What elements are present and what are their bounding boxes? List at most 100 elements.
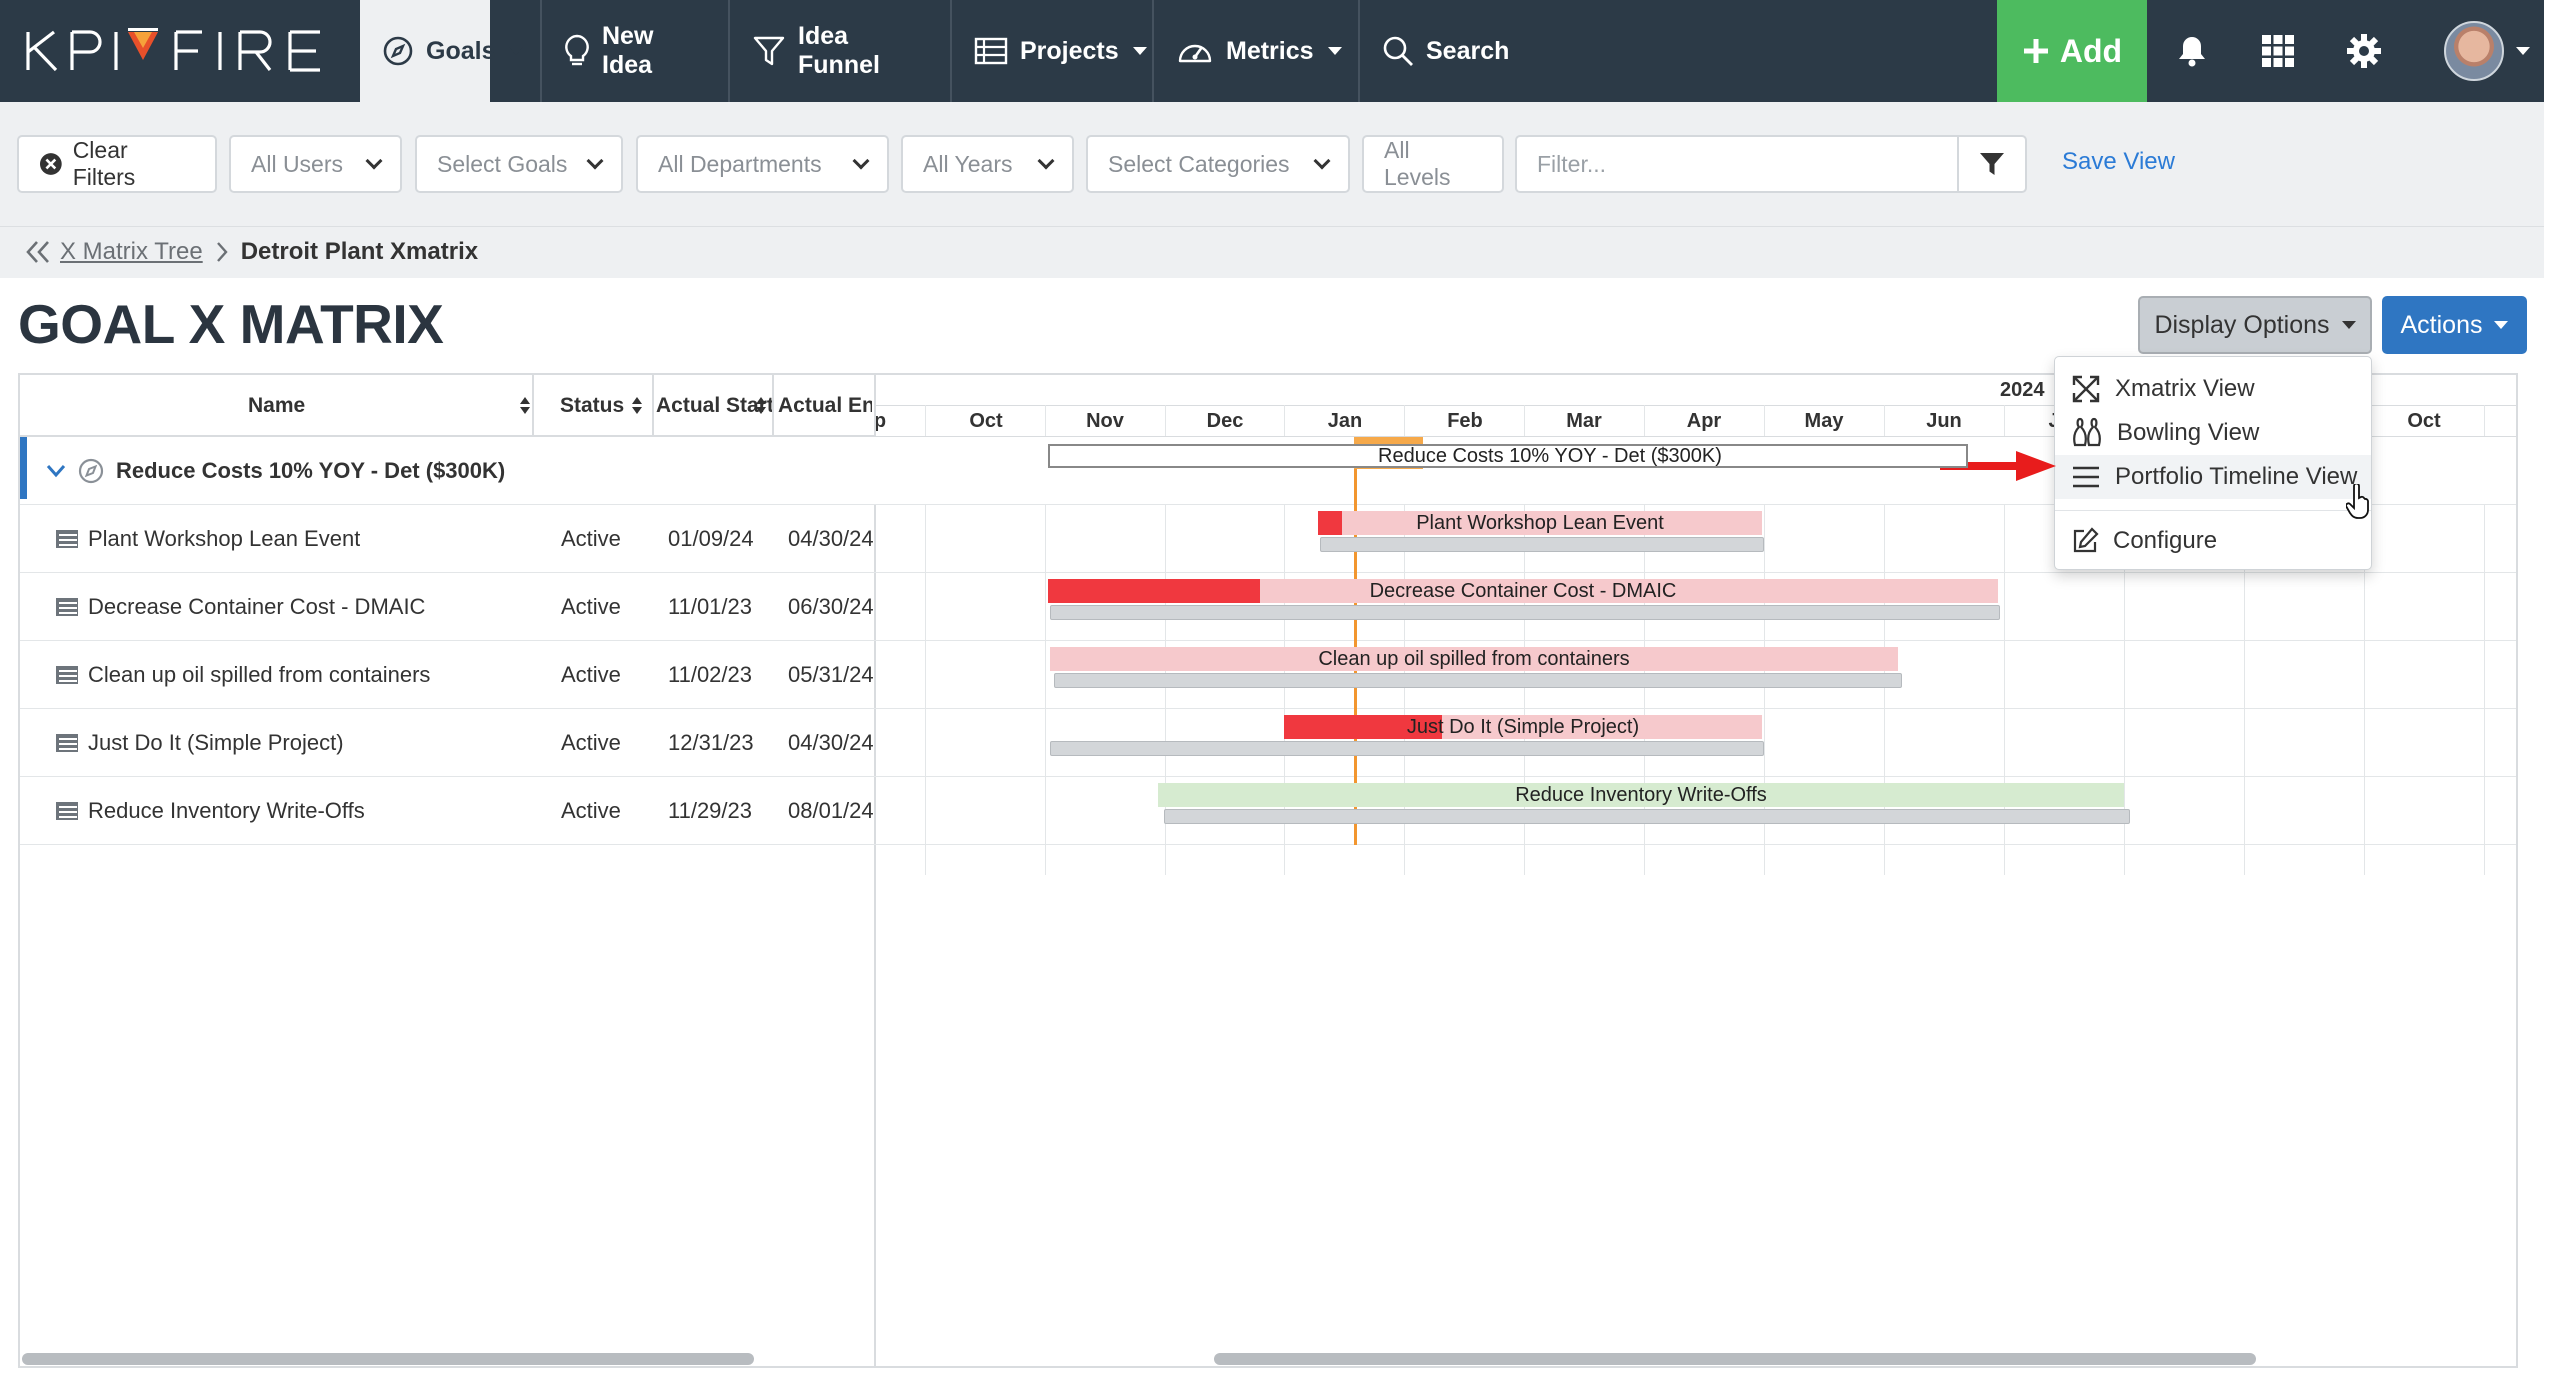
timeline-year: 2024 (2000, 378, 2045, 401)
menu-item-bowling-view[interactable]: Bowling View (2055, 411, 2371, 455)
column-header-status[interactable]: Status (560, 375, 643, 437)
actions-button[interactable]: Actions (2382, 296, 2527, 354)
collapse-chevron-icon[interactable] (46, 464, 66, 478)
timeline-month-label: Mar (1566, 409, 1602, 432)
timeline-month-label: Oct (2407, 409, 2441, 432)
caret-down-icon (2494, 321, 2509, 329)
timeline-month-label: May (1804, 409, 1844, 432)
gantt-bar-parent[interactable]: Reduce Costs 10% YOY - Det ($300K) (1048, 444, 1968, 468)
add-button[interactable]: Add (1997, 0, 2147, 102)
close-circle-icon (39, 153, 62, 175)
filter-input[interactable] (1515, 135, 1959, 193)
row-actual-start: 11/01/23 (668, 594, 753, 619)
row-name-cell: Decrease Container Cost - DMAIC (56, 573, 425, 641)
clear-filters-button[interactable]: Clear Filters (17, 135, 217, 193)
notifications-button[interactable] (2150, 0, 2234, 102)
nav-goals[interactable]: Goals (360, 0, 524, 102)
sort-icon[interactable] (520, 397, 530, 415)
row-actual-start: 11/29/23 (668, 798, 753, 823)
menu-item-configure-label: Configure (2113, 527, 2218, 554)
column-divider[interactable] (532, 375, 534, 437)
gantt-bar[interactable]: Clean up oil spilled from containers (1050, 647, 1898, 671)
gantt-bar-label: Reduce Inventory Write-Offs (1515, 783, 1767, 806)
compass-icon (383, 36, 413, 66)
chevron-down-icon (1313, 152, 1331, 170)
menu-item-xmatrix-view[interactable]: Xmatrix View (2055, 367, 2371, 411)
grid-header: Name Status Actual Start Actual En (20, 375, 874, 437)
filter-icon (1980, 153, 2004, 175)
timeline-month-label: Apr (1686, 409, 1722, 432)
kpifire-logo[interactable] (0, 0, 358, 102)
expand-arrows-icon (2072, 375, 2100, 403)
project-icon (56, 598, 78, 616)
row-actual-end: 04/30/24 (788, 526, 874, 551)
gantt-bar[interactable]: Just Do It (Simple Project) (1284, 715, 1762, 739)
row-name-cell: Plant Workshop Lean Event (56, 505, 360, 573)
apply-filter-button[interactable] (1957, 135, 2027, 193)
timeline-month-label: Jun (1926, 409, 1962, 432)
display-options-button[interactable]: Display Options (2138, 296, 2372, 354)
timeline-scrollbar[interactable] (1214, 1353, 2256, 1365)
funnel-icon (753, 36, 785, 66)
settings-button[interactable] (2322, 0, 2406, 102)
nav-search[interactable]: Search (1358, 0, 1538, 102)
column-divider[interactable] (772, 375, 774, 437)
gantt-bar-label: Clean up oil spilled from containers (1318, 647, 1630, 670)
breadcrumb: X Matrix Tree Detroit Plant Xmatrix (24, 229, 478, 275)
nav-goals-label: Goals (426, 36, 496, 65)
goals-select[interactable]: Select Goals (415, 135, 623, 193)
gantt-baseline-bar (1050, 605, 2000, 620)
left-pane-scrollbar[interactable] (22, 1353, 754, 1365)
breadcrumb-current: Detroit Plant Xmatrix (240, 238, 479, 265)
lightbulb-icon (565, 34, 589, 66)
parent-goal-label: Reduce Costs 10% YOY - Det ($300K) (116, 458, 506, 483)
row-actual-start: 01/09/24 (668, 526, 754, 551)
gantt-bar-progress (1048, 579, 1260, 603)
user-menu[interactable] (2430, 0, 2544, 102)
timeline-month-label: Feb (1447, 409, 1483, 432)
gear-icon (2347, 34, 2381, 68)
caret-down-icon (1327, 47, 1342, 55)
project-icon (56, 802, 78, 820)
row-name-cell: Clean up oil spilled from containers (56, 641, 430, 709)
column-header-name-label: Name (248, 394, 306, 417)
top-navbar: Goals New Idea Idea Funnel Projects Metr… (0, 0, 2544, 102)
nav-projects[interactable]: Projects (950, 0, 1152, 102)
sort-icon (632, 397, 643, 415)
hand-cursor-icon (2346, 484, 2369, 519)
sort-icon[interactable] (756, 397, 766, 415)
row-actual-end: 06/30/24 (788, 594, 874, 619)
menu-item-configure[interactable]: Configure (2055, 519, 2371, 563)
nav-metrics[interactable]: Metrics (1152, 0, 1358, 102)
chevron-down-icon (1037, 152, 1055, 170)
users-select[interactable]: All Users (229, 135, 402, 193)
row-name: Just Do It (Simple Project) (88, 730, 344, 755)
nav-idea-funnel[interactable]: Idea Funnel (728, 0, 950, 102)
departments-select[interactable]: All Departments (636, 135, 889, 193)
nav-new-idea-label: New Idea (602, 22, 654, 79)
column-divider[interactable] (652, 375, 654, 437)
nav-metrics-label: Metrics (1226, 36, 1314, 65)
nav-idea-funnel-label: Idea Funnel (798, 22, 880, 79)
save-view-link[interactable]: Save View (2062, 148, 2175, 176)
row-name: Reduce Inventory Write-Offs (88, 798, 365, 823)
column-header-name[interactable]: Name (248, 375, 305, 437)
gantt-bar[interactable]: Plant Workshop Lean Event (1318, 511, 1762, 535)
years-select[interactable]: All Years (901, 135, 1074, 193)
row-actual-end: 05/31/24 (788, 662, 874, 687)
gantt-bar-label: Decrease Container Cost - DMAIC (1369, 579, 1677, 602)
row-name: Plant Workshop Lean Event (88, 526, 361, 551)
apps-grid-button[interactable] (2236, 0, 2320, 102)
menu-item-portfolio-timeline-view[interactable]: Portfolio Timeline View (2055, 455, 2371, 499)
categories-select[interactable]: Select Categories (1086, 135, 1350, 193)
nav-projects-label: Projects (1020, 36, 1119, 65)
gantt-baseline-bar (1054, 673, 1902, 688)
nav-new-idea[interactable]: New Idea (540, 0, 728, 102)
gantt-bar[interactable]: Reduce Inventory Write-Offs (1158, 783, 2124, 807)
plus-icon (2023, 39, 2048, 63)
gantt-bar[interactable]: Decrease Container Cost - DMAIC (1048, 579, 1998, 603)
levels-select[interactable]: All Levels (1362, 135, 1504, 193)
breadcrumb-parent-link[interactable]: X Matrix Tree (60, 238, 203, 266)
row-status: Active (561, 662, 621, 687)
compass-icon (78, 458, 104, 484)
